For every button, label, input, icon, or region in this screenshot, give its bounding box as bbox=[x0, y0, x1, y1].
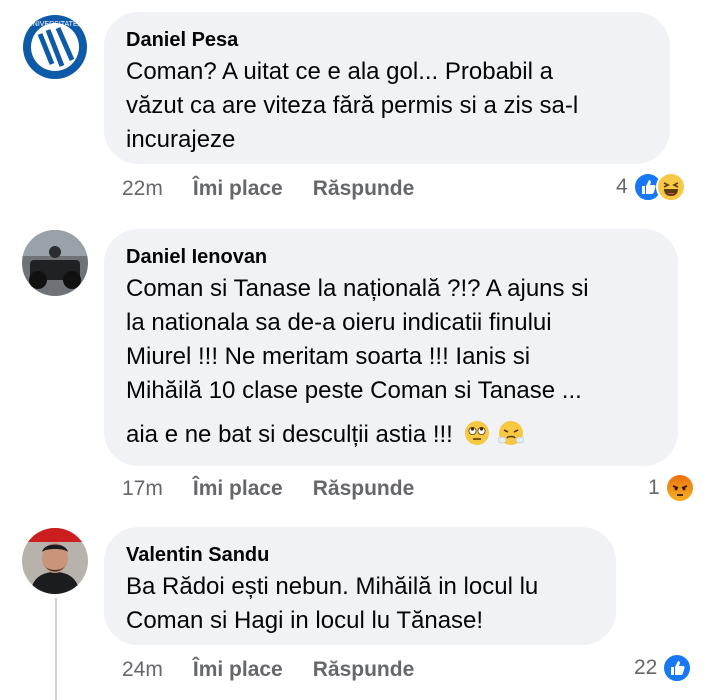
face-with-rolling-eyes-icon bbox=[464, 421, 489, 445]
comment-text-line: Coman si Hagi in locul lu Tănase! bbox=[126, 607, 484, 634]
comment-author[interactable]: Daniel Pesa bbox=[126, 28, 650, 52]
like-icon bbox=[662, 653, 693, 683]
reaction-count: 1 bbox=[648, 476, 660, 499]
comment-text-fragment: aia e ne bat si desculții astia !!! bbox=[126, 421, 453, 448]
comment-text-line: Miurel !!! Ne meritam soarta !!! Ianis s… bbox=[126, 343, 531, 370]
comment-text: Ba Rădoi ești nebun. Mihăilă in locul lu… bbox=[126, 570, 596, 638]
reply-button[interactable]: Răspunde bbox=[313, 477, 415, 501]
thread-connector-line bbox=[55, 598, 57, 700]
comment-text: Coman? A uitat ce e ala gol... Probabil … bbox=[126, 55, 650, 157]
comment-author[interactable]: Valentin Sandu bbox=[126, 543, 596, 567]
face-with-steam-icon bbox=[498, 421, 525, 445]
comment-timestamp[interactable]: 24m bbox=[122, 658, 163, 682]
like-button[interactable]: Îmi place bbox=[193, 177, 283, 201]
like-button[interactable]: Îmi place bbox=[193, 477, 283, 501]
comment-text: Coman si Tanase la națională ?!? A ajuns… bbox=[126, 272, 658, 452]
reply-button[interactable]: Răspunde bbox=[313, 177, 415, 201]
comment-text-line: incurajeze bbox=[126, 126, 236, 153]
comment-timestamp[interactable]: 22m bbox=[122, 177, 163, 201]
comment-text-line: Mihăilă 10 clase peste Coman si Tanase .… bbox=[126, 377, 582, 404]
comment-actions: 22m Îmi place Răspunde bbox=[122, 177, 444, 201]
comment-author[interactable]: Daniel Ienovan bbox=[126, 245, 658, 269]
comment-bubble: Daniel Pesa Coman? A uitat ce e ala gol.… bbox=[104, 12, 670, 164]
reaction-summary[interactable]: 4 bbox=[616, 172, 686, 202]
svg-text:UNIVERSITATEA: UNIVERSITATEA bbox=[28, 21, 83, 28]
comment-text-line: la nationala sa de-a oieru indicatii fin… bbox=[126, 309, 552, 336]
avatar[interactable]: UNIVERSITATEA bbox=[22, 14, 88, 80]
avatar[interactable] bbox=[22, 230, 88, 296]
comment-timestamp[interactable]: 17m bbox=[122, 477, 163, 501]
reply-button[interactable]: Răspunde bbox=[313, 658, 415, 682]
reaction-count: 4 bbox=[616, 175, 628, 198]
comment-actions: 24m Îmi place Răspunde bbox=[122, 658, 444, 682]
comment-bubble: Daniel Ienovan Coman si Tanase la națion… bbox=[104, 229, 678, 466]
avatar[interactable] bbox=[22, 528, 88, 594]
comment-text-line: văzut ca are viteza fără permis si a zis… bbox=[126, 92, 579, 119]
comment-text-line: Ba Rădoi ești nebun. Mihăilă in locul lu bbox=[126, 573, 539, 600]
reaction-summary[interactable]: 22 bbox=[634, 653, 693, 683]
angry-icon bbox=[664, 473, 695, 503]
comment-bubble: Valentin Sandu Ba Rădoi ești nebun. Mihă… bbox=[104, 527, 616, 645]
comment-text-line: aia e ne bat si desculții astia !!! bbox=[126, 418, 658, 452]
like-button[interactable]: Îmi place bbox=[193, 658, 283, 682]
comment-actions: 17m Îmi place Răspunde bbox=[122, 477, 444, 501]
reaction-count: 22 bbox=[634, 656, 658, 679]
haha-icon bbox=[655, 172, 686, 202]
comment-text-line: Coman? A uitat ce e ala gol... Probabil … bbox=[126, 58, 553, 85]
comment-text-line: Coman si Tanase la națională ?!? A ajuns… bbox=[126, 275, 589, 302]
reaction-summary[interactable]: 1 bbox=[648, 473, 695, 503]
